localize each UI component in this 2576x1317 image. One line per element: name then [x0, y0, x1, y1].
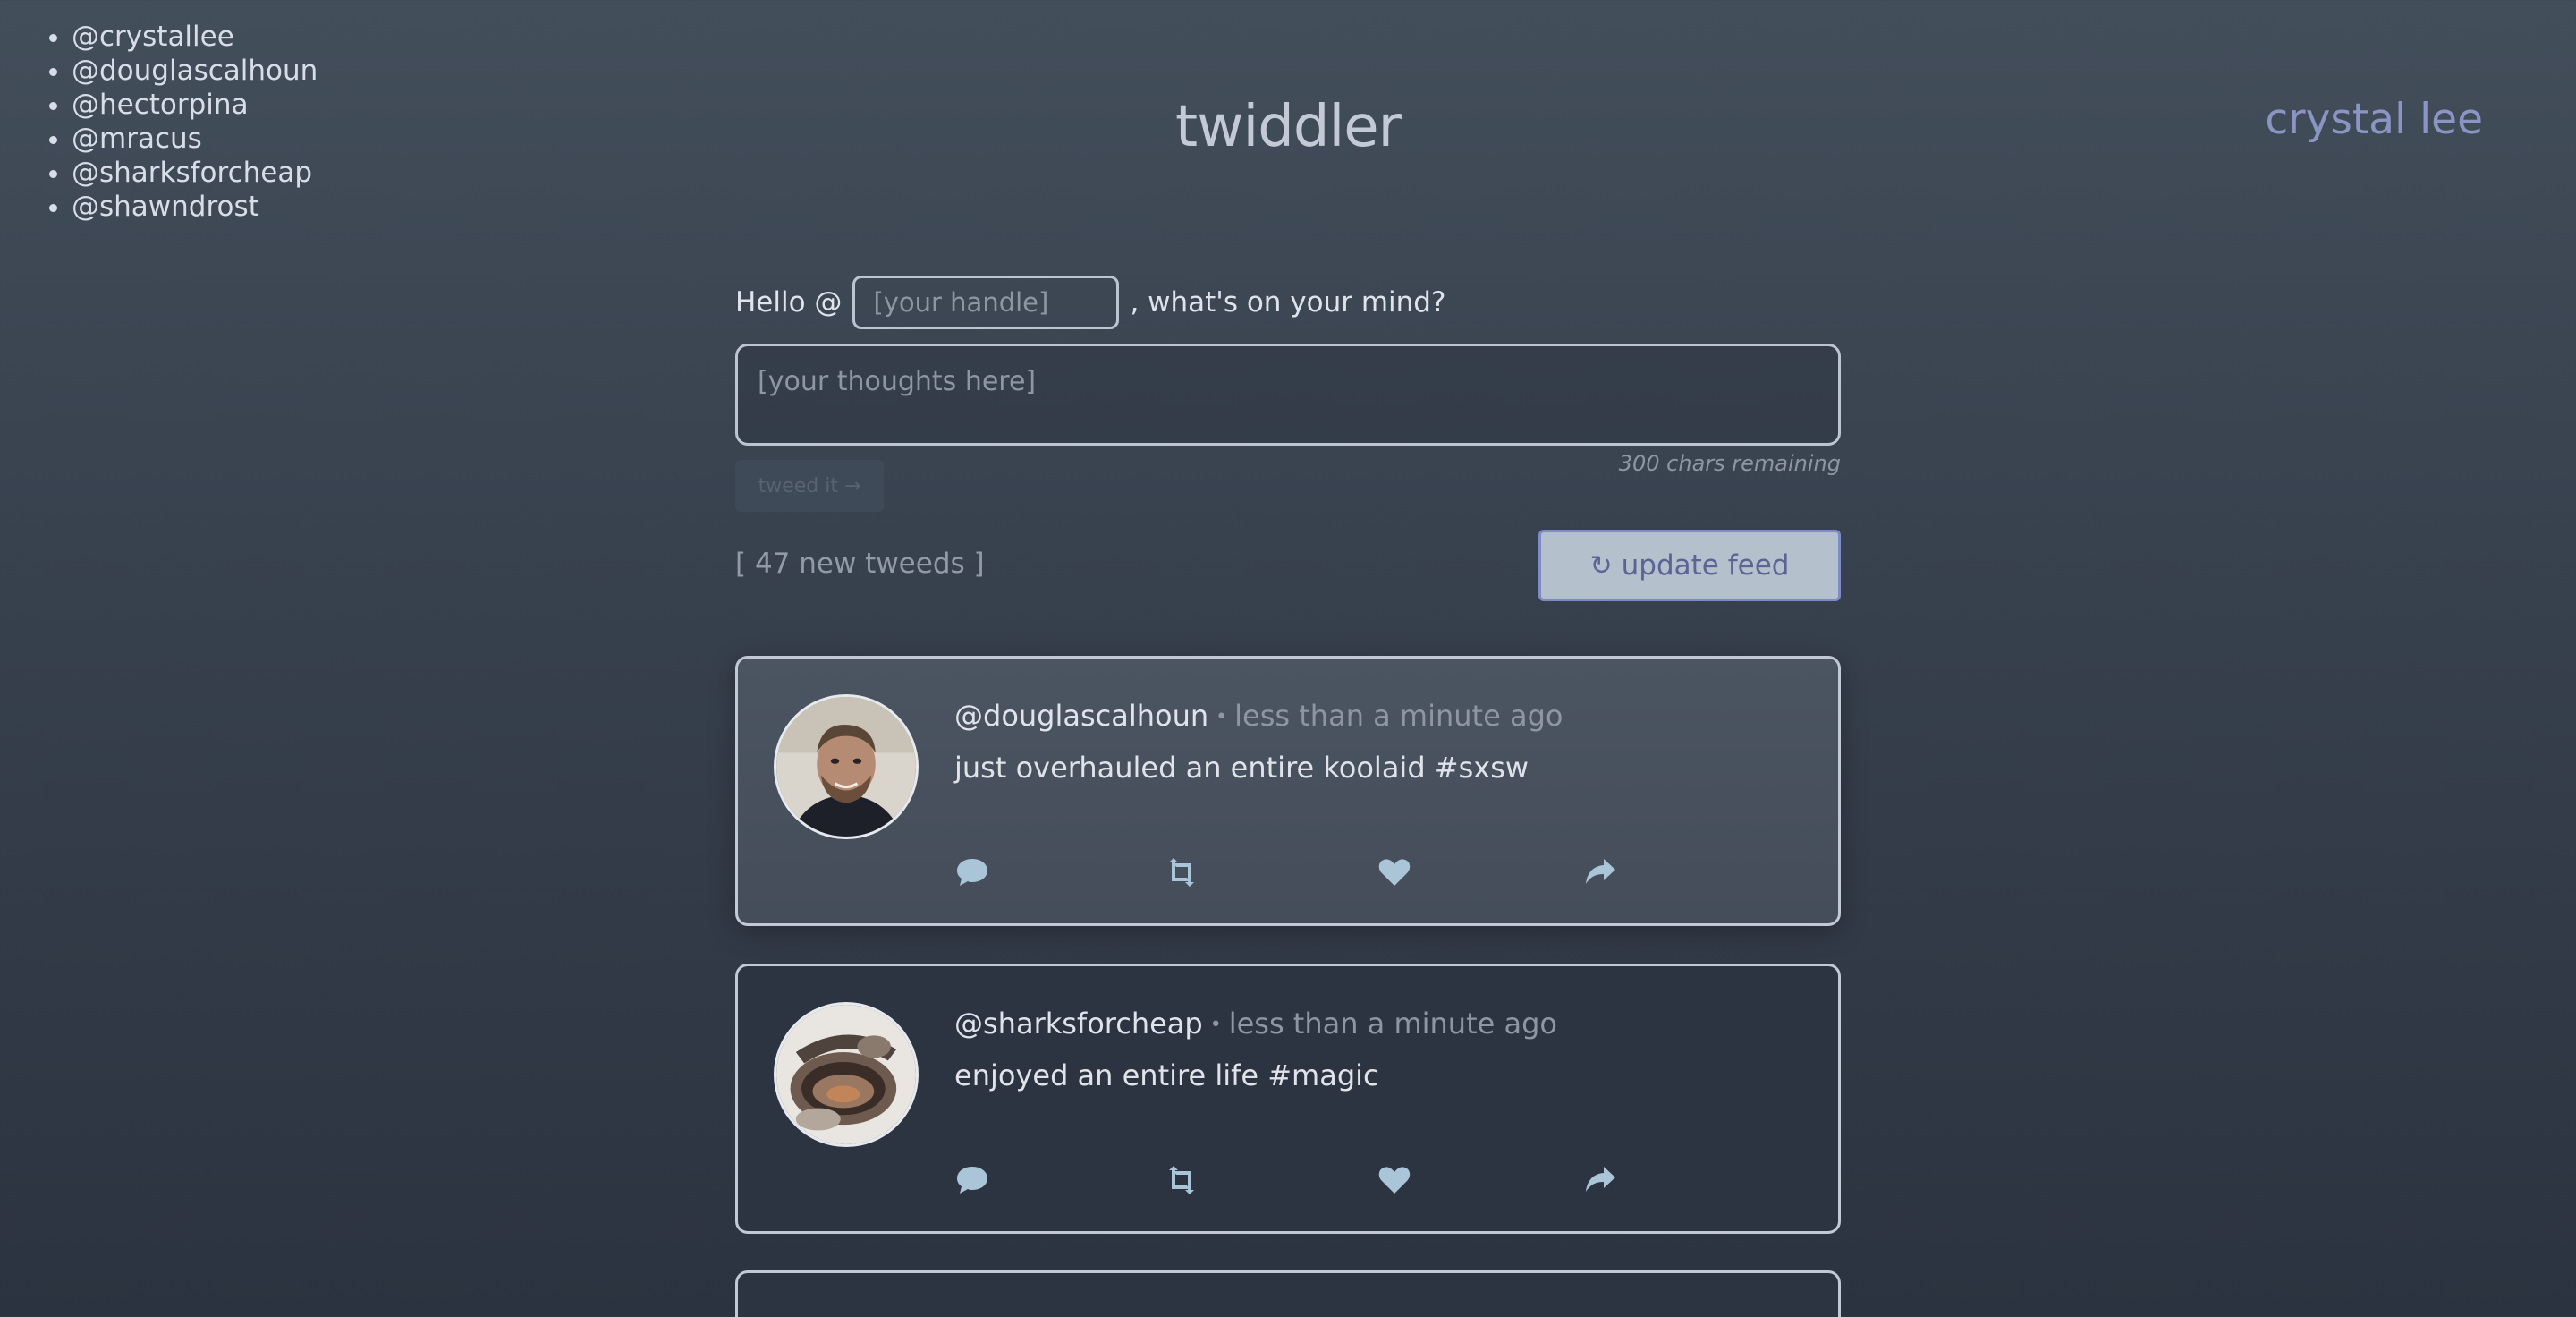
hashtag-link[interactable]: #sxsw [1435, 751, 1529, 785]
comment-icon[interactable] [954, 1163, 990, 1197]
avatar[interactable] [774, 694, 919, 839]
thoughts-input[interactable] [735, 344, 1841, 446]
avatar[interactable] [774, 1002, 919, 1147]
chars-remaining: 300 chars remaining [1618, 451, 1841, 476]
greeting-prefix: Hello @ [735, 286, 843, 319]
hashtag-link[interactable]: #magic [1267, 1058, 1378, 1092]
tweet-header: @sharksforcheap • less than a minute ago [954, 1004, 1557, 1045]
tweet-text: enjoyed an entire life #magic [954, 1056, 1379, 1095]
update-feed-label: update feed [1621, 549, 1790, 582]
tweet-header: @douglascalhoun • less than a minute ago [954, 696, 1563, 737]
tweet-text: just overhauled an entire koolaid #sxsw [954, 748, 1529, 787]
feed-bar: [ 47 new tweeds ] ↻ update feed [735, 530, 1841, 601]
retweet-icon[interactable] [1164, 1163, 1199, 1197]
refresh-icon: ↻ [1589, 549, 1613, 582]
handle-input[interactable] [852, 276, 1120, 329]
separator-dot: • [1216, 706, 1228, 728]
composer-footer: tweed it → 300 chars remaining [735, 449, 1841, 521]
update-feed-button[interactable]: ↻ update feed [1538, 530, 1841, 601]
avatar-photo [776, 1005, 916, 1144]
app-title: twiddler [1175, 94, 1402, 160]
handle-link[interactable]: @douglascalhoun [72, 54, 318, 88]
tweed-button[interactable]: tweed it → [735, 460, 884, 512]
tweet-username[interactable]: @douglascalhoun [954, 699, 1208, 733]
retweet-icon[interactable] [1164, 855, 1199, 889]
greeting-suffix: , what's on your mind? [1130, 286, 1446, 319]
tweet-timestamp[interactable]: less than a minute ago [1229, 1007, 1557, 1041]
share-icon[interactable] [1582, 855, 1618, 889]
tweet-card [735, 1270, 1841, 1317]
avatar-photo [776, 697, 916, 837]
comment-icon[interactable] [954, 855, 990, 889]
tweet-username[interactable]: @sharksforcheap [954, 1007, 1203, 1041]
tweet-message: enjoyed an entire life [954, 1058, 1259, 1092]
separator-dot: • [1209, 1014, 1222, 1036]
tweet-card: @sharksforcheap • less than a minute ago e… [735, 964, 1841, 1234]
new-tweeds-count: [ 47 new tweeds ] [735, 548, 985, 580]
greeting-row: Hello @ , what's on your mind? [735, 274, 1841, 331]
tweet-card: @douglascalhoun • less than a minute ago j… [735, 656, 1841, 926]
heart-icon[interactable] [1377, 1163, 1412, 1197]
heart-icon[interactable] [1377, 855, 1412, 889]
tweed-composer: Hello @ , what's on your mind? tweed it … [735, 274, 1841, 521]
handle-link[interactable]: @shawndrost [72, 190, 318, 224]
tweet-timestamp[interactable]: less than a minute ago [1234, 699, 1563, 733]
handle-link[interactable]: @crystallee [72, 20, 318, 54]
tweet-message: just overhauled an entire koolaid [954, 751, 1426, 785]
current-user-link[interactable]: crystal lee [2265, 93, 2483, 147]
share-icon[interactable] [1582, 1163, 1618, 1197]
